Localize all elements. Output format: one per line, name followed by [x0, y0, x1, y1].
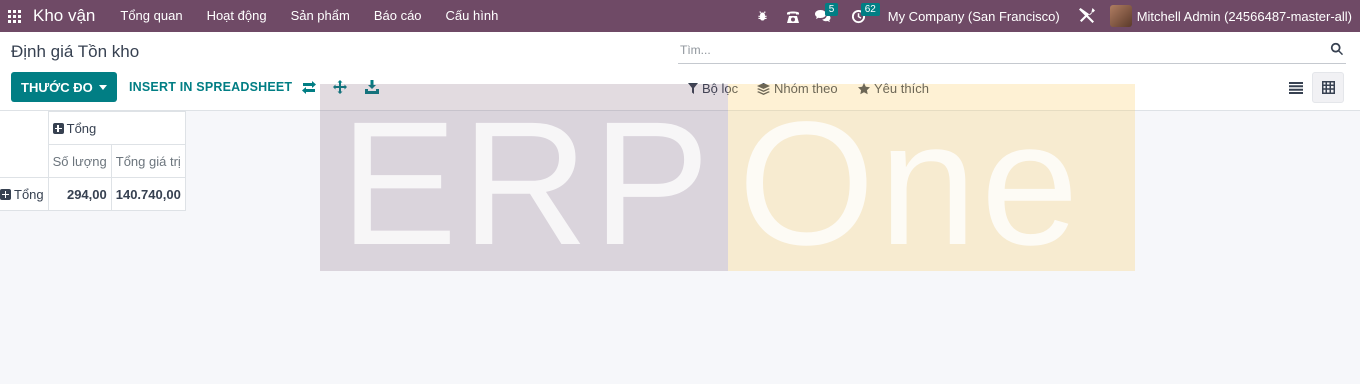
filters-dropdown[interactable]: Bộ lọc — [688, 81, 738, 96]
menu-products[interactable]: Sản phẩm — [279, 0, 362, 32]
pivot-table: Tổng Số lượng Tổng giá trị Tổng 294,00 1… — [0, 111, 186, 211]
systray: 5 62 My Company (San Francisco) Mitchell… — [748, 0, 1352, 32]
activity-clock-icon[interactable]: 62 — [844, 0, 880, 32]
menu-configuration[interactable]: Cấu hình — [434, 0, 511, 32]
messages-icon[interactable]: 5 — [808, 0, 839, 32]
phone-icon[interactable] — [778, 0, 808, 32]
user-avatar[interactable] — [1109, 5, 1132, 27]
menu-reporting[interactable]: Báo cáo — [362, 0, 434, 32]
layers-icon — [757, 82, 770, 95]
bug-icon[interactable] — [748, 0, 778, 32]
company-switcher[interactable]: My Company (San Francisco) — [888, 9, 1060, 24]
favorites-label: Yêu thích — [874, 81, 929, 96]
groupby-label: Nhóm theo — [774, 81, 838, 96]
pivot-corner — [0, 111, 49, 178]
pivot-cell-total-value[interactable]: 140.740,00 — [110, 177, 186, 211]
search-icon[interactable] — [1330, 42, 1344, 59]
debug-tools-icon[interactable] — [1072, 0, 1102, 32]
pivot-col-header-total[interactable]: Tổng — [47, 111, 186, 145]
apps-grid-icon — [7, 9, 21, 23]
list-view-button[interactable] — [1280, 72, 1312, 103]
watermark-right-block — [728, 84, 1135, 271]
pivot-row-header-label: Tổng — [14, 186, 44, 202]
flip-axis-icon[interactable] — [300, 78, 318, 96]
watermark-text-one: One — [738, 86, 1083, 282]
plus-square-icon — [0, 188, 11, 200]
top-navbar: Kho vận Tổng quan Hoạt động Sản phẩm Báo… — [0, 0, 1360, 32]
pivot-view-button[interactable] — [1312, 72, 1344, 103]
search-input[interactable] — [678, 38, 1298, 62]
download-icon[interactable] — [363, 78, 381, 96]
control-panel: Định giá Tồn kho THƯỚC ĐO INSERT IN SPRE… — [0, 32, 1360, 111]
erpone-watermark: ERP One — [320, 84, 1135, 282]
filter-icon — [688, 83, 698, 94]
user-menu[interactable]: Mitchell Admin (24566487-master-all) — [1137, 9, 1352, 24]
filters-label: Bộ lọc — [702, 81, 739, 96]
plus-square-icon — [52, 122, 64, 134]
pivot-row-header-total[interactable]: Tổng — [0, 177, 49, 211]
pivot-cell-quantity[interactable]: 294,00 — [47, 177, 112, 211]
watermark-left-block — [320, 84, 728, 271]
groupby-dropdown[interactable]: Nhóm theo — [757, 81, 838, 96]
insert-in-spreadsheet-button[interactable]: INSERT IN SPREADSHEET — [129, 80, 292, 94]
menu-overview[interactable]: Tổng quan — [108, 0, 194, 32]
app-brand[interactable]: Kho vận — [33, 6, 95, 26]
measure-header-total-value[interactable]: Tổng giá trị — [110, 144, 186, 178]
search-bar — [678, 38, 1346, 64]
page-title: Định giá Tồn kho — [11, 42, 140, 61]
star-icon — [858, 82, 870, 94]
pivot-col-header-label: Tổng — [66, 120, 97, 136]
caret-down-icon — [98, 84, 107, 90]
messages-count-badge: 5 — [824, 3, 839, 16]
measures-label: THƯỚC ĐO — [21, 79, 93, 95]
watermark-text-erp: ERP — [340, 86, 714, 282]
apps-menu-button[interactable] — [0, 0, 28, 32]
favorites-dropdown[interactable]: Yêu thích — [858, 81, 929, 96]
table-icon — [1321, 81, 1335, 94]
activities-count-badge: 62 — [860, 3, 880, 16]
menu-operations[interactable]: Hoạt động — [195, 0, 279, 32]
list-icon — [1289, 81, 1303, 94]
measures-dropdown-button[interactable]: THƯỚC ĐO — [11, 72, 117, 102]
measure-header-quantity[interactable]: Số lượng — [47, 144, 112, 178]
expand-all-icon[interactable] — [331, 78, 349, 96]
